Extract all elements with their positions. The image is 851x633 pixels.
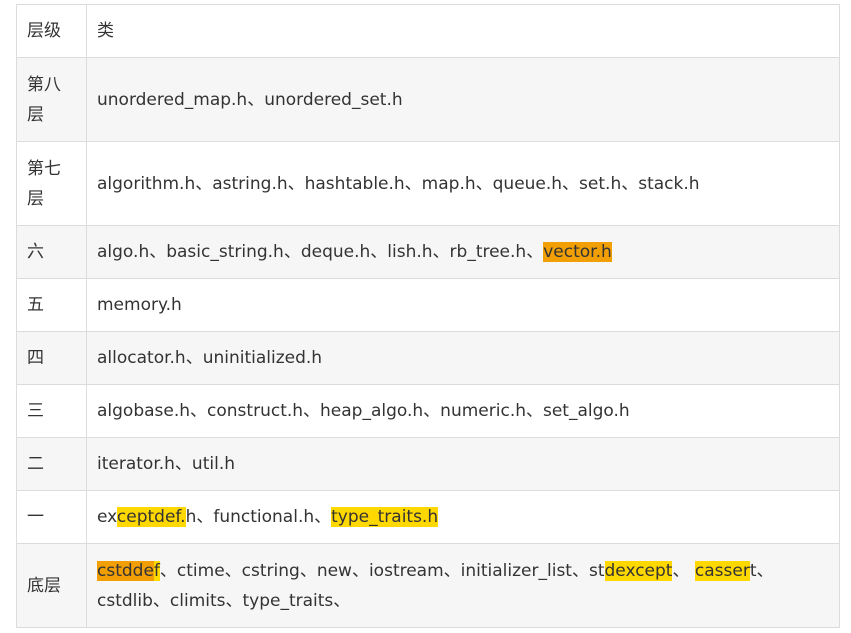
level-cell: 四 [16, 331, 87, 385]
class-text: 、ctime、cstring、new、iostream、initializer_… [159, 560, 605, 581]
table-row: 二 iterator.h、util.h [16, 437, 840, 491]
class-text: iterator.h、util.h [97, 454, 235, 474]
table-row: 一 exceptdef.h、functional.h、type_traits.h [16, 490, 840, 544]
level-cell: 第八层 [16, 57, 87, 142]
class-text: h、functional.h、 [185, 507, 332, 527]
classes-cell: iterator.h、util.h [86, 437, 840, 491]
header-cell-class: 类 [86, 4, 840, 58]
level-cell: 底层 [16, 543, 87, 628]
table-row: 第七层 algorithm.h、astring.h、hashtable.h、ma… [16, 141, 840, 226]
highlighted-text: dexcept [604, 560, 673, 581]
classes-cell: allocator.h、uninitialized.h [86, 331, 840, 385]
level-cell: 六 [16, 225, 87, 279]
header-cell-level: 层级 [16, 4, 87, 58]
classes-cell: algobase.h、construct.h、heap_algo.h、numer… [86, 384, 840, 438]
table-row: 六 algo.h、basic_string.h、deque.h、lish.h、r… [16, 225, 840, 279]
classes-cell: memory.h [86, 278, 840, 332]
class-text: memory.h [97, 295, 182, 315]
class-text: algo.h、basic_string.h、deque.h、lish.h、rb_… [97, 242, 544, 262]
class-text: 、 [672, 560, 695, 581]
classes-cell: algo.h、basic_string.h、deque.h、lish.h、rb_… [86, 225, 840, 279]
classes-cell: algorithm.h、astring.h、hashtable.h、map.h、… [86, 141, 840, 226]
class-text: ex [97, 507, 117, 527]
table-row: 五 memory.h [16, 278, 840, 332]
classes-cell: unordered_map.h、unordered_set.h [86, 57, 840, 142]
level-cell: 二 [16, 437, 87, 491]
class-text: unordered_map.h、unordered_set.h [97, 89, 403, 110]
table-row: 四 allocator.h、uninitialized.h [16, 331, 840, 385]
highlighted-text: vector.h [543, 242, 612, 262]
level-cell: 第七层 [16, 141, 87, 226]
highlighted-text: cstdde [97, 560, 154, 581]
level-cell: 五 [16, 278, 87, 332]
header-row: 层级 类 [16, 4, 840, 58]
level-cell: 一 [16, 490, 87, 544]
table-row: 第八层 unordered_map.h、unordered_set.h [16, 57, 840, 142]
class-text: algobase.h、construct.h、heap_algo.h、numer… [97, 401, 630, 421]
table-row: 底层 cstddef、ctime、cstring、new、iostream、in… [16, 543, 840, 628]
classes-cell: exceptdef.h、functional.h、type_traits.h [86, 490, 840, 544]
highlighted-text: type_traits.h [331, 507, 439, 527]
highlighted-text: ceptdef. [116, 507, 186, 527]
classes-cell: cstddef、ctime、cstring、new、iostream、initi… [86, 543, 840, 628]
class-text: allocator.h、uninitialized.h [97, 348, 323, 368]
highlighted-text: casser [694, 560, 750, 581]
layer-table: 层级 类 第八层 unordered_map.h、unordered_set.h… [16, 4, 840, 628]
layer-table-body: 层级 类 第八层 unordered_map.h、unordered_set.h… [16, 4, 840, 628]
level-cell: 三 [16, 384, 87, 438]
table-row: 三 algobase.h、construct.h、heap_algo.h、num… [16, 384, 840, 438]
class-text: algorithm.h、astring.h、hashtable.h、map.h、… [97, 173, 700, 194]
